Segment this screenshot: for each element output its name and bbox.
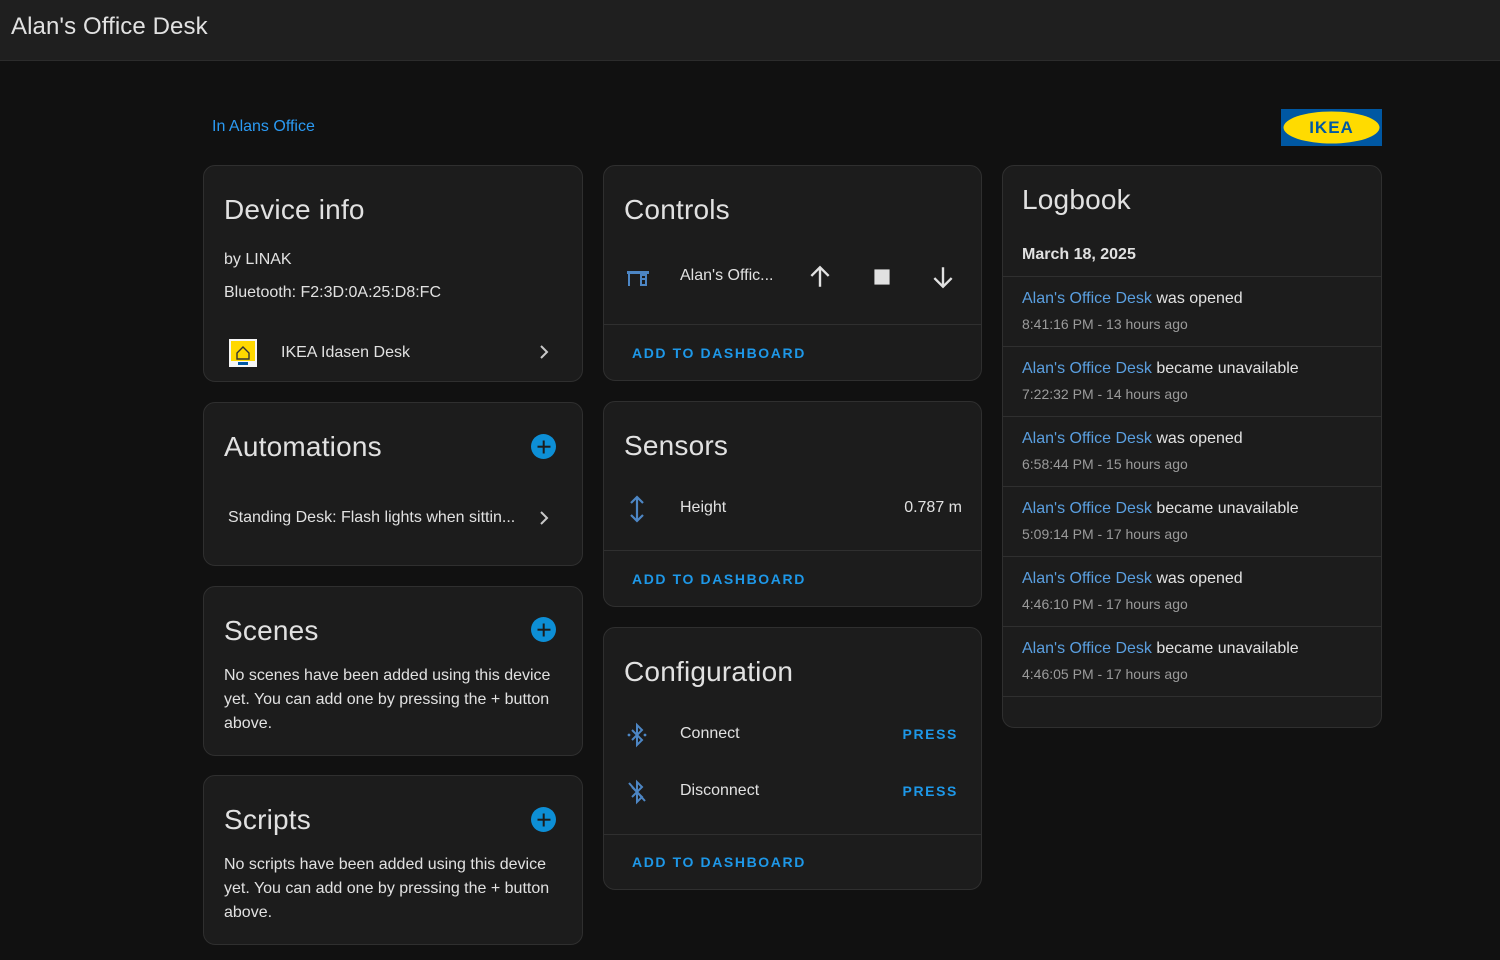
arrow-up-down-icon[interactable] [625,495,649,523]
area-link[interactable]: In Alans Office [212,118,315,136]
card-title: Configuration [624,656,794,687]
log-time: 8:41:16 PM - 13 hours ago [1022,316,1188,332]
automations-card: Automations Standing Desk: Flash lights … [203,402,583,566]
controls-card: Controls Alan's Offic... ADD TO DASHBOAR… [603,165,982,381]
add-automation-button[interactable] [531,434,556,459]
ikea-idasen-icon [229,339,257,367]
stop-icon[interactable] [869,264,895,290]
integration-row[interactable]: IKEA Idasen Desk [204,331,582,373]
bluetooth-off-icon[interactable] [625,779,649,805]
add-script-button[interactable] [531,807,556,832]
log-entry-partial [1003,696,1381,727]
add-to-dashboard-button[interactable]: ADD TO DASHBOARD [632,345,806,361]
log-event: became unavailable [1156,640,1299,657]
log-entity-link[interactable]: Alan's Office Desk [1022,360,1152,377]
press-disconnect-button[interactable]: PRESS [903,783,958,799]
chevron-right-icon [540,345,549,359]
log-entity-link[interactable]: Alan's Office Desk [1022,290,1152,307]
divider [604,550,981,551]
log-time: 6:58:44 PM - 15 hours ago [1022,456,1188,472]
logbook-card: Logbook March 18, 2025 Alan's Office Des… [1002,165,1382,728]
manufacturer-text: by LINAK [224,251,292,268]
integration-name: IKEA Idasen Desk [281,344,410,361]
log-entry: Alan's Office Desk was opened 8:41:16 PM… [1003,276,1381,346]
ikea-logo: IKEA [1281,109,1382,146]
config-item-name[interactable]: Connect [680,725,740,743]
control-entity-name[interactable]: Alan's Offic... [680,267,773,285]
log-event: became unavailable [1156,500,1299,517]
logbook-date: March 18, 2025 [1022,246,1136,263]
card-title: Scripts [224,804,311,835]
add-scene-button[interactable] [531,617,556,642]
log-time: 4:46:10 PM - 17 hours ago [1022,596,1188,612]
sensor-name[interactable]: Height [680,499,726,517]
press-connect-button[interactable]: PRESS [903,726,958,742]
log-time: 5:09:14 PM - 17 hours ago [1022,526,1188,542]
configuration-card: Configuration Connect PRESS Disconnect P… [603,627,982,890]
log-entry: Alan's Office Desk was opened 4:46:10 PM… [1003,556,1381,626]
scripts-card: Scripts No scripts have been added using… [203,775,583,945]
scenes-empty-text: No scenes have been added using this dev… [224,667,551,732]
sensors-card: Sensors Height 0.787 m ADD TO DASHBOARD [603,401,982,607]
scenes-card: Scenes No scenes have been added using t… [203,586,583,756]
logo-text: IKEA [1309,118,1354,137]
card-title: Controls [624,194,730,225]
connection-text: Bluetooth: F2:3D:0A:25:D8:FC [224,284,441,301]
log-entity-link[interactable]: Alan's Office Desk [1022,430,1152,447]
sensor-value: 0.787 m [904,499,962,516]
page-title: Alan's Office Desk [11,13,208,40]
top-app-bar: Alan's Office Desk [0,0,1500,61]
desk-icon[interactable] [625,266,651,290]
config-item-name[interactable]: Disconnect [680,782,759,800]
card-title: Sensors [624,430,729,461]
bluetooth-connect-icon[interactable] [625,722,649,748]
arrow-down-icon[interactable] [930,264,956,290]
log-event: was opened [1156,430,1243,447]
log-time: 4:46:05 PM - 17 hours ago [1022,666,1188,682]
device-info-card: Device info by LINAK Bluetooth: F2:3D:0A… [203,165,583,382]
log-time: 7:22:32 PM - 14 hours ago [1022,386,1188,402]
log-entry: Alan's Office Desk became unavailable 5:… [1003,486,1381,556]
add-to-dashboard-button[interactable]: ADD TO DASHBOARD [632,571,806,587]
divider [604,834,981,835]
card-title: Logbook [1022,184,1131,215]
log-entry: Alan's Office Desk was opened 6:58:44 PM… [1003,416,1381,486]
log-event: was opened [1156,570,1243,587]
scripts-empty-text: No scripts have been added using this de… [224,856,550,921]
add-to-dashboard-button[interactable]: ADD TO DASHBOARD [632,854,806,870]
log-event: was opened [1156,290,1243,307]
divider [604,324,981,325]
card-title: Scenes [224,615,319,646]
card-title: Device info [224,194,365,225]
log-event: became unavailable [1156,360,1299,377]
automation-item[interactable]: Standing Desk: Flash lights when sittin.… [204,501,582,535]
chevron-right-icon [540,511,549,525]
log-entry: Alan's Office Desk became unavailable 4:… [1003,626,1381,696]
automation-label: Standing Desk: Flash lights when sittin.… [228,509,516,526]
log-entity-link[interactable]: Alan's Office Desk [1022,500,1152,517]
log-entity-link[interactable]: Alan's Office Desk [1022,570,1152,587]
card-title: Automations [224,431,382,462]
log-entry: Alan's Office Desk became unavailable 7:… [1003,346,1381,416]
log-entity-link[interactable]: Alan's Office Desk [1022,640,1152,657]
arrow-up-icon[interactable] [807,264,833,290]
